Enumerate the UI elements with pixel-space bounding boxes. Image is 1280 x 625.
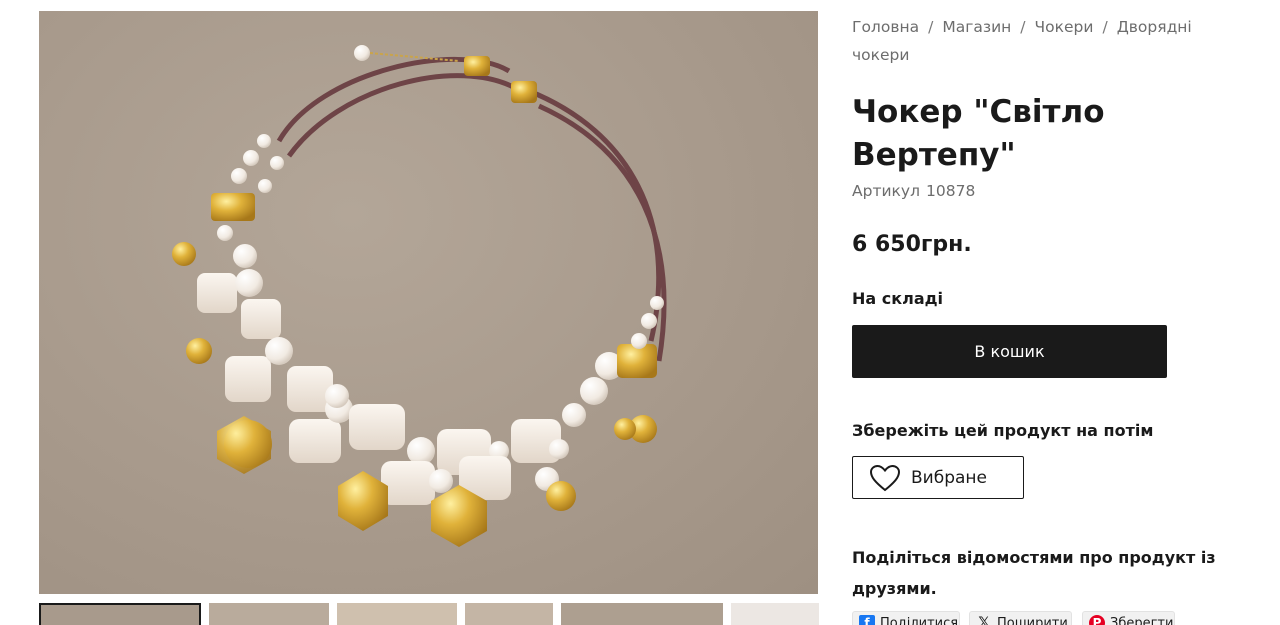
breadcrumb-separator: /	[928, 18, 934, 36]
thumbnail-6[interactable]	[731, 603, 819, 625]
x-share-button[interactable]: 𝕏 Поширити	[969, 611, 1072, 625]
product-page: Головна / Магазин / Чокери / Дворядні чокери Ч…	[0, 0, 1280, 625]
breadcrumb-shop[interactable]: Магазин	[942, 18, 1011, 36]
stock-status: На складі	[852, 289, 944, 308]
share-button-label: Поділитися	[880, 615, 959, 625]
thumbnail-5[interactable]	[561, 603, 723, 625]
product-title: Чокер "Світло Вертепу"	[852, 94, 1105, 173]
sku-value: 10878	[926, 182, 976, 200]
share-button-label: Зберегти	[1110, 615, 1174, 625]
breadcrumb-category[interactable]: Чокери	[1035, 18, 1094, 36]
pinterest-share-button[interactable]: P Зберегти	[1082, 611, 1175, 625]
thumbnail-2[interactable]	[209, 603, 329, 625]
facebook-icon: f	[859, 615, 875, 625]
save-for-later-heading: Збережіть цей продукт на потім	[852, 421, 1154, 440]
thumbnail-3[interactable]	[337, 603, 457, 625]
share-button-label: Поширити	[997, 615, 1068, 625]
breadcrumb-separator: /	[1020, 18, 1026, 36]
necklace-illustration	[172, 45, 667, 547]
breadcrumb-separator: /	[1102, 18, 1108, 36]
x-icon: 𝕏	[978, 615, 990, 625]
facebook-share-button[interactable]: f Поділитися	[852, 611, 960, 625]
thumbnail-4[interactable]	[465, 603, 553, 625]
wishlist-button[interactable]: Вибране	[852, 456, 1024, 499]
sku-label: Артикул	[852, 182, 920, 200]
pinterest-icon: P	[1089, 615, 1105, 625]
thumbnail-1[interactable]	[39, 603, 201, 625]
product-main-image[interactable]	[39, 11, 818, 594]
product-price: 6 650грн.	[852, 232, 972, 257]
breadcrumb: Головна / Магазин / Чокери / Дворядні чокери	[852, 13, 1222, 69]
wishlist-button-label: Вибране	[911, 467, 987, 488]
add-to-cart-button[interactable]: В кошик	[852, 325, 1167, 378]
share-heading: Поділіться відомостями про продукт із др…	[852, 548, 1216, 598]
breadcrumb-home[interactable]: Головна	[852, 18, 919, 36]
heart-icon	[869, 464, 901, 491]
product-sku: Артикул 10878	[852, 182, 975, 200]
